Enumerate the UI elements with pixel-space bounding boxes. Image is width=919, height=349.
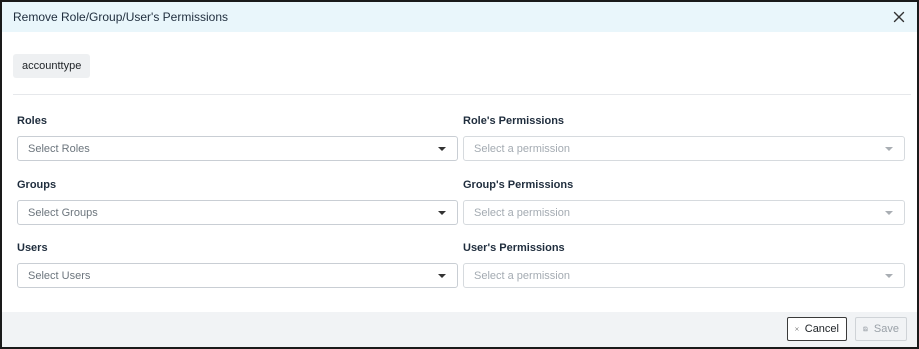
user-permissions-select[interactable]: Select a permission: [463, 263, 905, 288]
cancel-button-label: Cancel: [804, 323, 839, 335]
groups-select-placeholder: Select Groups: [28, 206, 98, 219]
users-label: Users: [17, 242, 48, 254]
save-button[interactable]: Save: [855, 317, 907, 341]
dialog-header: Remove Role/Group/User's Permissions: [2, 2, 917, 32]
dialog-title: Remove Role/Group/User's Permissions: [13, 10, 229, 24]
group-permissions-label: Group's Permissions: [463, 179, 574, 191]
user-permissions-label: User's Permissions: [463, 242, 565, 254]
group-permissions-placeholder: Select a permission: [474, 206, 570, 219]
close-icon: [795, 327, 799, 331]
chevron-down-icon: [885, 147, 893, 151]
chevron-down-icon: [438, 211, 446, 215]
save-button-label: Save: [873, 323, 899, 335]
user-permissions-placeholder: Select a permission: [474, 269, 570, 282]
chevron-down-icon: [885, 274, 893, 278]
roles-label: Roles: [17, 115, 47, 127]
group-permissions-select[interactable]: Select a permission: [463, 200, 905, 225]
chevron-down-icon: [438, 274, 446, 278]
close-icon: [893, 11, 905, 23]
users-select-placeholder: Select Users: [28, 269, 91, 282]
save-icon: [863, 326, 868, 332]
role-permissions-label: Role's Permissions: [463, 115, 565, 127]
remove-permissions-dialog: Remove Role/Group/User's Permissions acc…: [0, 0, 919, 349]
groups-label: Groups: [17, 179, 57, 191]
close-button[interactable]: [891, 9, 907, 25]
role-permissions-placeholder: Select a permission: [474, 142, 570, 155]
groups-select[interactable]: Select Groups: [17, 200, 458, 225]
roles-select-placeholder: Select Roles: [28, 142, 90, 155]
roles-select[interactable]: Select Roles: [17, 136, 458, 161]
role-permissions-select[interactable]: Select a permission: [463, 136, 905, 161]
users-select[interactable]: Select Users: [17, 263, 458, 288]
entity-chip: accounttype: [13, 54, 91, 78]
divider: [13, 94, 911, 95]
chevron-down-icon: [885, 211, 893, 215]
chevron-down-icon: [438, 147, 446, 151]
cancel-button[interactable]: Cancel: [787, 317, 847, 341]
dialog-footer: Cancel Save: [2, 312, 917, 347]
